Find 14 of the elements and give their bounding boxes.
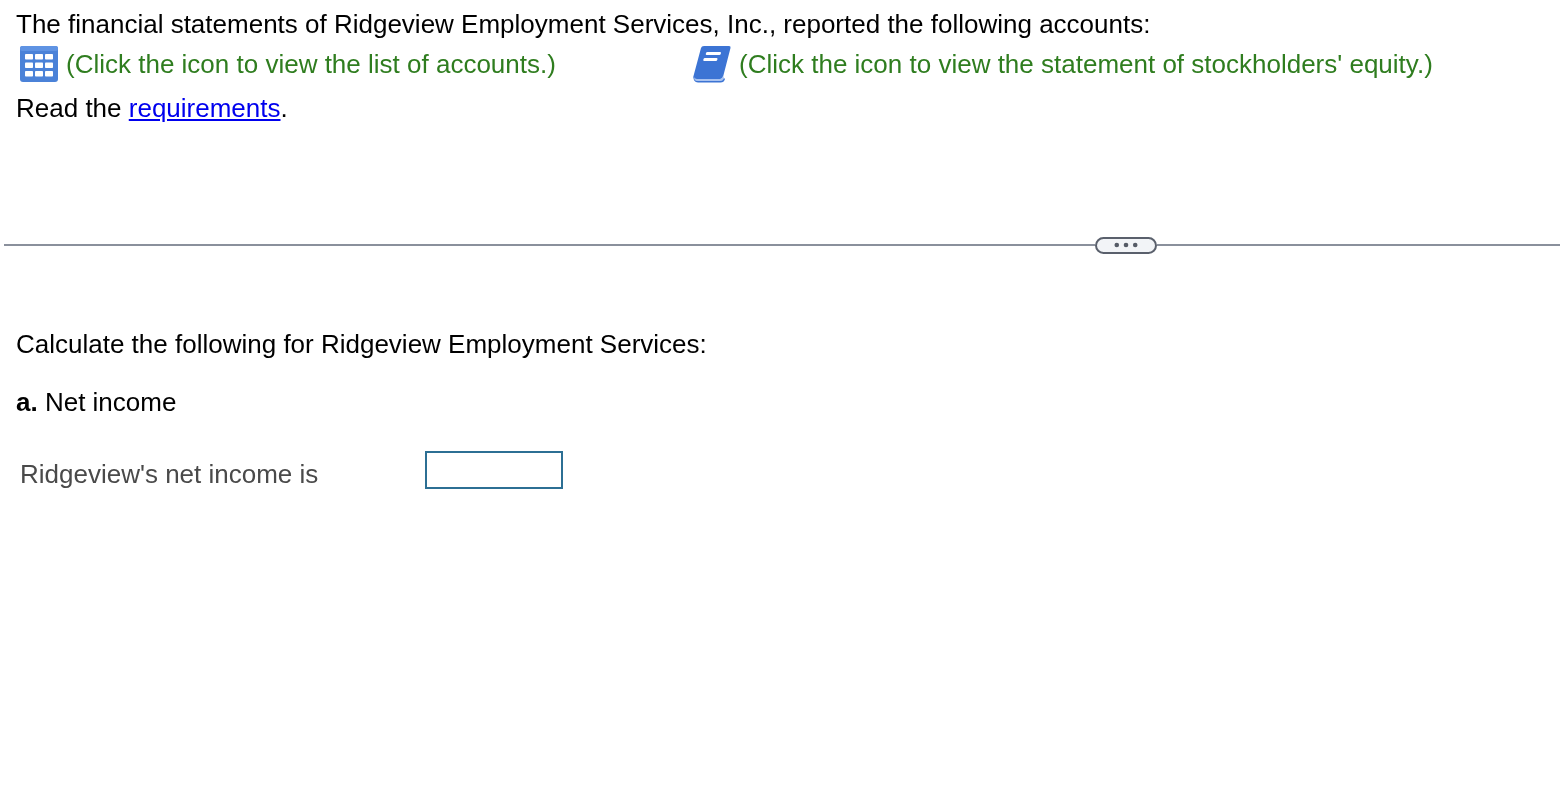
resource-link[interactable]: (Click the icon to view the list of accounts.) — [66, 48, 556, 80]
ellipsis-icon — [1114, 242, 1138, 248]
book-icon[interactable] — [692, 45, 731, 83]
answer-field[interactable] — [425, 451, 563, 489]
expand-button[interactable] — [1095, 236, 1157, 254]
question-prompt: Calculate the following for Ridgeview Employment Services: — [16, 328, 707, 361]
resource-link[interactable]: (Click the icon to view the statement of stockholders' equity.) — [739, 48, 1433, 80]
instruction-text: Read the — [16, 93, 122, 123]
period-text: . — [280, 93, 288, 123]
table-icon[interactable] — [20, 46, 58, 82]
answer-label: Ridgeview's net income is — [20, 459, 320, 489]
part-heading: a. Net income — [16, 386, 177, 419]
intro-text: The financial statements of Ridgeview Employment Services, Inc., reported the following accounts: — [16, 8, 1151, 41]
requirements-link[interactable]: requirements — [128, 93, 281, 123]
